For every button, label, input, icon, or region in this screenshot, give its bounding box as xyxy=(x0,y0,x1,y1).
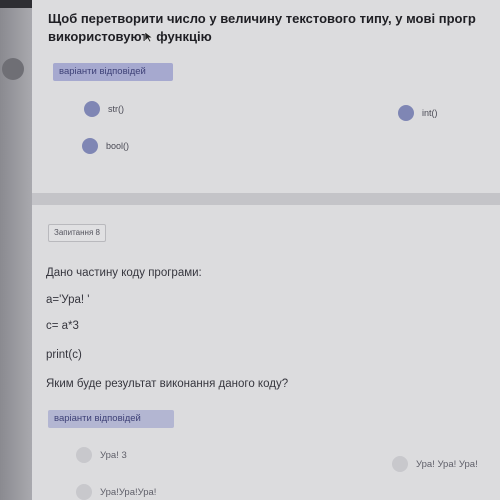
screen: Щоб перетворити число у величину текстов… xyxy=(0,0,500,500)
code-line: c= a*3 xyxy=(46,320,79,332)
sidebar-tab xyxy=(0,0,32,8)
radio-button[interactable] xyxy=(392,456,408,472)
radio-button[interactable] xyxy=(76,484,92,500)
option-ura-3[interactable]: Ура! 3 xyxy=(76,447,127,463)
answer-options-tag: варіанти відповідей xyxy=(48,410,174,428)
code-line: a='Ура! ' xyxy=(46,294,90,306)
option-label: Ура! 3 xyxy=(100,449,127,461)
code-line: print(c) xyxy=(46,349,82,361)
radio-button[interactable] xyxy=(76,447,92,463)
question-2-content: Запитання 8 Дано частину коду програми: … xyxy=(32,0,500,500)
left-sidebar xyxy=(0,0,32,500)
sidebar-avatar[interactable] xyxy=(2,58,24,80)
option-label: Ура! Ура! Ура! xyxy=(416,458,478,470)
question-number-badge: Запитання 8 xyxy=(48,224,106,242)
question-2-text: Дано частину коду програми: xyxy=(46,267,202,279)
question-2-prompt: Яким буде результат виконання даного код… xyxy=(46,378,289,390)
option-ura-ura-ura-joined[interactable]: Ура!Ура!Ура! xyxy=(76,484,156,500)
option-label: Ура!Ура!Ура! xyxy=(100,486,157,498)
option-ura-ura-ura-spaced[interactable]: Ура! Ура! Ура! xyxy=(392,456,478,472)
